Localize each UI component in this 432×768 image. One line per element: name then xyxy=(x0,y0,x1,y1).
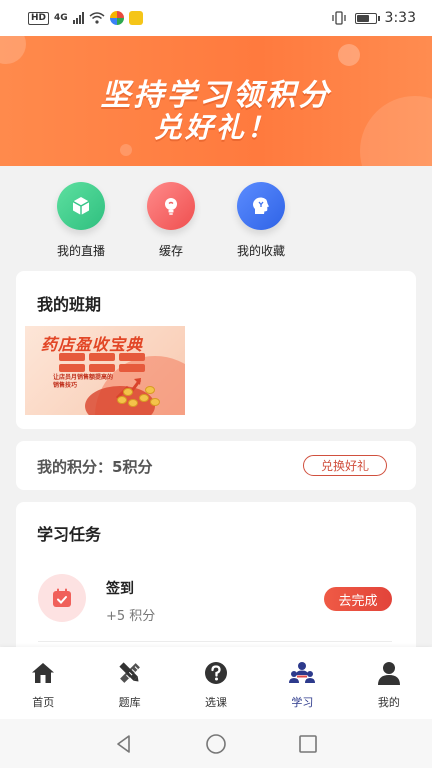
signal-icon xyxy=(72,12,84,24)
question-icon xyxy=(202,659,230,687)
quick-link-label: 我的收藏 xyxy=(236,244,285,258)
nav-item-profile[interactable]: 我的 xyxy=(346,647,432,719)
quick-link-cache[interactable]: 缓存 xyxy=(126,182,216,259)
nav-label: 首页 xyxy=(32,696,55,709)
quick-link-label: 缓存 xyxy=(158,244,183,258)
course-thumbnail-subtitle: 让店员月销售额提高的销售技巧 xyxy=(53,374,114,389)
status-right: 3:33 xyxy=(331,10,416,26)
quick-link-label: 我的直播 xyxy=(56,244,105,258)
study-tasks-card: 学习任务 签到 +5 积分 去完成 xyxy=(16,502,416,662)
course-thumbnail[interactable]: 药店盈收宝典 让店员月销售额提高的销售技巧 xyxy=(25,326,185,415)
cube-icon xyxy=(57,182,105,230)
nav-item-home[interactable]: 首页 xyxy=(0,647,86,719)
network-type: 4G xyxy=(54,13,68,23)
wifi-icon xyxy=(89,12,105,24)
clock: 3:33 xyxy=(384,10,416,26)
nav-label: 题库 xyxy=(118,696,141,709)
calendar-check-icon xyxy=(38,574,86,622)
recents-icon[interactable] xyxy=(297,733,319,755)
battery-icon xyxy=(354,12,380,24)
nav-item-question-bank[interactable]: 题库 xyxy=(86,647,172,719)
vibrate-icon xyxy=(331,11,346,25)
my-class-card: 我的班期 药店盈收宝典 让店员月销售额提高的销售技巧 xyxy=(16,271,416,429)
study-group-icon xyxy=(288,659,316,687)
bottom-nav: 首页 题库 选课 学习 我的 xyxy=(0,647,432,719)
task-points: +5 积分 xyxy=(106,609,156,624)
complete-task-button[interactable]: 去完成 xyxy=(324,587,392,611)
home-icon xyxy=(29,659,57,687)
app-notification-icon xyxy=(109,11,124,25)
my-class-title: 我的班期 xyxy=(37,295,102,314)
divider xyxy=(38,641,392,642)
nav-label: 选课 xyxy=(205,696,228,709)
head-icon xyxy=(237,182,285,230)
quick-link-live[interactable]: 我的直播 xyxy=(36,182,126,259)
course-thumbnail-title: 药店盈收宝典 xyxy=(41,335,144,354)
points-card: 我的积分：5积分 兑换好礼 xyxy=(16,441,416,490)
quick-links: 我的直播 缓存 我的收藏 xyxy=(0,182,432,262)
nav-item-study[interactable]: 学习 xyxy=(259,647,345,719)
promo-banner[interactable]: 坚持学习领积分 兑好礼！ xyxy=(0,36,432,166)
points-summary: 我的积分：5积分 xyxy=(37,458,153,476)
task-name: 签到 xyxy=(106,581,134,597)
nav-label: 我的 xyxy=(377,696,400,709)
user-icon xyxy=(375,659,403,687)
status-bar: HD 4G 3:33 xyxy=(0,0,432,36)
hd-badge: HD xyxy=(28,11,50,25)
home-circle-icon[interactable] xyxy=(205,733,227,755)
back-icon[interactable] xyxy=(113,733,135,755)
study-tasks-title: 学习任务 xyxy=(37,525,102,544)
banner-subheadline: 兑好礼！ xyxy=(153,111,278,144)
quick-link-favorites[interactable]: 我的收藏 xyxy=(216,182,306,259)
pencil-ruler-icon xyxy=(116,659,144,687)
lightbulb-icon xyxy=(147,182,195,230)
exchange-gift-button[interactable]: 兑换好礼 xyxy=(303,455,387,476)
nav-label: 学习 xyxy=(291,696,314,709)
nav-item-courses[interactable]: 选课 xyxy=(173,647,259,719)
system-nav-bar xyxy=(0,719,432,768)
status-left: HD 4G xyxy=(28,11,143,25)
app-badge-icon xyxy=(128,11,143,25)
